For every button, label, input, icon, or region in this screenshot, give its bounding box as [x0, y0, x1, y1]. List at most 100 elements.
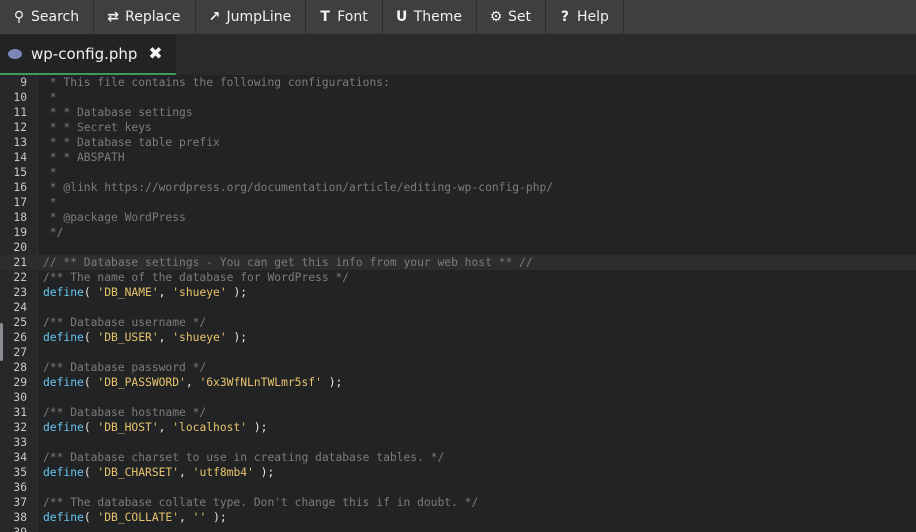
line-number: 36	[13, 481, 27, 494]
code-line[interactable]: 25 /** Database username */	[0, 315, 916, 330]
code-token: 'utf8mb4'	[192, 466, 254, 479]
code-line[interactable]: 14 * * ABSPATH	[0, 150, 916, 165]
code-token: ,	[158, 421, 173, 434]
code-token: /** The database collate type. Don't cha…	[43, 496, 479, 509]
line-number: 37	[13, 496, 27, 509]
code-token: ,	[179, 511, 193, 524]
code-token: 'DB_HOST'	[97, 421, 159, 434]
code-line[interactable]: 21 // ** Database settings - You can get …	[0, 255, 916, 270]
code-line[interactable]: 35 define( 'DB_CHARSET', 'utf8mb4' );	[0, 465, 916, 480]
set-button[interactable]: ⚙ Set	[477, 0, 546, 34]
code-token: '6x3WfNLnTWLmr5sf'	[199, 376, 322, 389]
search-button[interactable]: ⚲ Search	[0, 0, 95, 34]
code-line[interactable]: 30	[0, 390, 916, 405]
line-number: 39	[0, 525, 27, 532]
line-code: /** Database password */	[43, 360, 206, 375]
code-token: *	[43, 91, 57, 104]
code-line[interactable]: 17 *	[0, 195, 916, 210]
code-line[interactable]: 18 * @package WordPress	[0, 210, 916, 225]
code-line[interactable]: 22 /** The name of the database for WordP…	[0, 270, 916, 285]
code-line[interactable]: 13 * * Database table prefix	[0, 135, 916, 150]
code-line[interactable]: 11 * * Database settings	[0, 105, 916, 120]
code-line[interactable]: 38 define( 'DB_COLLATE', '' );	[0, 510, 916, 525]
code-line[interactable]: 20	[0, 240, 916, 255]
code-editor[interactable]: 9 * This file contains the following con…	[0, 75, 916, 532]
code-line[interactable]: 15 *	[0, 165, 916, 180]
line-number: 32	[13, 421, 27, 434]
code-token: /** Database hostname */	[43, 406, 207, 419]
line-number: 15	[13, 166, 27, 179]
code-token: /** Database charset to use in creating …	[43, 451, 445, 464]
code-line[interactable]: 31 /** Database hostname */	[0, 405, 916, 420]
code-line[interactable]: 29 define( 'DB_PASSWORD', '6x3WfNLnTWLmr5…	[0, 375, 916, 390]
line-code: *	[43, 195, 57, 210]
line-number: 28	[13, 361, 27, 374]
code-line[interactable]: 24	[0, 300, 916, 315]
code-token: */	[43, 226, 64, 239]
line-code: * * Database settings	[43, 105, 193, 120]
line-code: * This file contains the following confi…	[43, 75, 390, 90]
line-number: 24	[13, 301, 27, 314]
code-token: 'localhost'	[172, 421, 248, 434]
help-button[interactable]: ? Help	[546, 0, 624, 34]
code-line[interactable]: 26 define( 'DB_USER', 'shueye' );	[0, 330, 916, 345]
line-number: 9	[20, 76, 27, 89]
code-token: );	[247, 421, 268, 434]
line-code: // ** Database settings - You can get th…	[43, 255, 533, 270]
font-button[interactable]: T Font	[306, 0, 383, 34]
jumpline-button[interactable]: ↗ JumpLine	[196, 0, 307, 34]
code-line[interactable]: 27	[0, 345, 916, 360]
code-token: 'DB_COLLATE'	[97, 511, 180, 524]
toolbar: ⚲ Search ⇄ Replace ↗ JumpLine T Font U Theme ⚙ Set?…	[0, 0, 916, 35]
font-icon: T	[320, 9, 330, 25]
code-line[interactable]: 16 * @link https://wordpress.org/documen…	[0, 180, 916, 195]
theme-button[interactable]: U Theme	[383, 0, 477, 34]
code-line[interactable]: 9 * This file contains the following con…	[0, 75, 916, 90]
file-tab[interactable]: wp-config.php ✖	[0, 35, 176, 75]
replace-button[interactable]: ⇄ Replace	[94, 0, 196, 34]
close-tab-icon[interactable]: ✖	[148, 44, 162, 64]
line-code: *	[43, 165, 57, 180]
tab-bar: wp-config.php ✖	[0, 35, 916, 75]
line-number: 38	[13, 511, 27, 524]
line-number: 23	[13, 286, 27, 299]
line-number: 14	[13, 151, 27, 164]
code-token: *	[43, 166, 57, 179]
code-line[interactable]: 19 */	[0, 225, 916, 240]
code-token: * @package WordPress	[43, 211, 186, 224]
code-token: 'DB_PASSWORD'	[97, 376, 186, 389]
line-code: /** The database collate type. Don't cha…	[43, 495, 478, 510]
code-line[interactable]: 32 define( 'DB_HOST', 'localhost' );	[0, 420, 916, 435]
line-number: 13	[13, 136, 27, 149]
code-token: * * Database settings	[43, 106, 193, 119]
jumpline-label: JumpLine	[226, 9, 292, 25]
code-token: );	[206, 511, 227, 524]
code-token: ,	[185, 376, 200, 389]
code-line[interactable]: 37 /** The database collate type. Don't c…	[0, 495, 916, 510]
code-line[interactable]: 23 define( 'DB_NAME', 'shueye' );	[0, 285, 916, 300]
line-number: 16	[13, 181, 27, 194]
code-line[interactable]: 36	[0, 480, 916, 495]
code-token: ,	[179, 466, 193, 479]
line-number: 17	[13, 196, 27, 209]
code-token: );	[226, 286, 248, 299]
line-number: 10	[13, 91, 27, 104]
line-number: 30	[13, 391, 27, 404]
line-code: * * Database table prefix	[43, 135, 220, 150]
code-line[interactable]: 28 /** Database password */	[0, 360, 916, 375]
line-number: 35	[13, 466, 27, 479]
line-code: define( 'DB_CHARSET', 'utf8mb4' );	[43, 465, 274, 480]
code-line[interactable]: 34 /** Database charset to use in creatin…	[0, 450, 916, 465]
code-token: );	[321, 376, 343, 389]
line-code: * * Secret keys	[43, 120, 152, 135]
code-token: (	[83, 331, 98, 344]
line-number: 11	[13, 106, 27, 119]
search-label: Search	[31, 9, 80, 25]
line-code: */	[43, 225, 64, 240]
code-line[interactable]: 39	[0, 525, 916, 532]
code-token: /** Database password */	[43, 361, 207, 374]
code-line[interactable]: 10 *	[0, 90, 916, 105]
code-line[interactable]: 12 * * Secret keys	[0, 120, 916, 135]
line-number: 18	[13, 211, 27, 224]
code-line[interactable]: 33	[0, 435, 916, 450]
